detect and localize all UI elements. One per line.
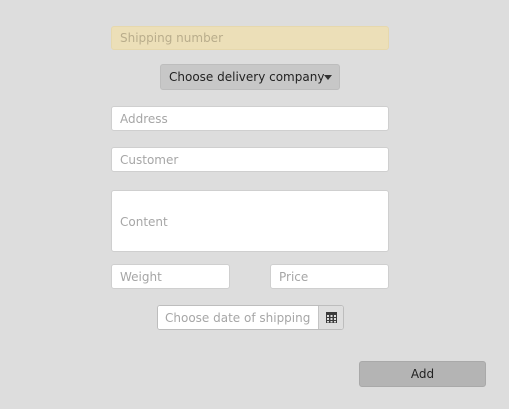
address-input[interactable] — [111, 106, 389, 131]
shipping-number-input[interactable] — [111, 26, 389, 50]
shipping-date-input[interactable] — [158, 306, 318, 329]
calendar-button[interactable] — [318, 306, 343, 329]
calendar-icon — [325, 312, 337, 323]
add-button[interactable]: Add — [359, 361, 486, 387]
weight-input[interactable] — [111, 264, 230, 289]
customer-input[interactable] — [111, 147, 389, 172]
price-input[interactable] — [270, 264, 389, 289]
delivery-company-dropdown[interactable]: Choose delivery company — [160, 64, 340, 90]
delivery-company-label: Choose delivery company — [169, 70, 325, 84]
content-textarea[interactable] — [111, 190, 389, 252]
dropdown-arrow-icon — [324, 74, 333, 80]
shipping-date-picker — [157, 305, 344, 330]
